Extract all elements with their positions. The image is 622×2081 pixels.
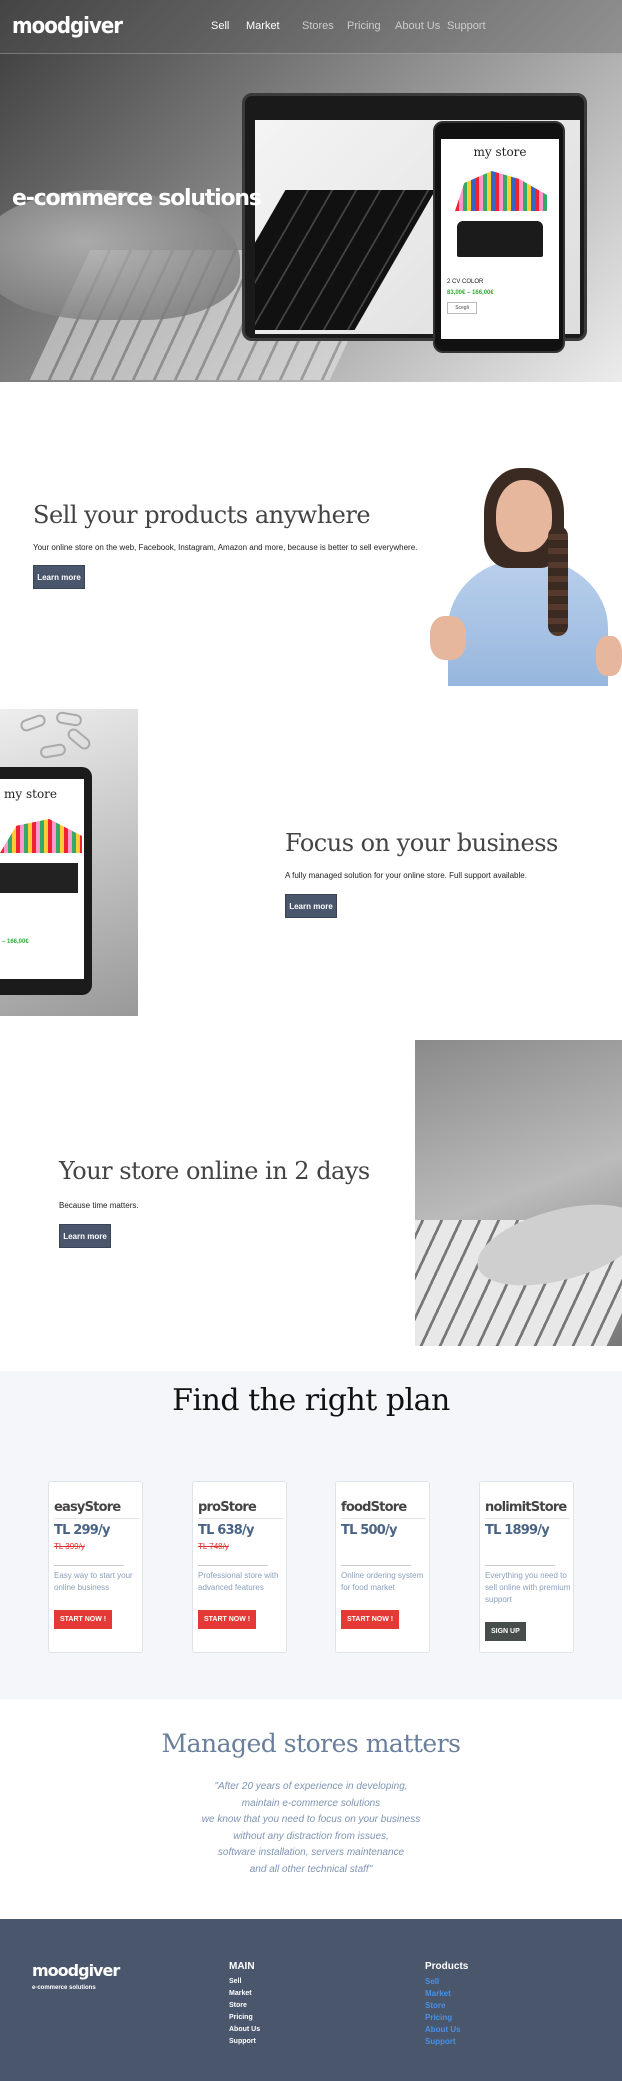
- pricing-plans-section: Find the right plan easyStore TL 299/y T…: [0, 1371, 622, 1699]
- plan-desc: Professional store with advanced feature…: [198, 1571, 279, 1592]
- car-art-image: [455, 171, 547, 211]
- plan-desc: Everything you need to sell online with …: [485, 1571, 571, 1604]
- section-online-title: Your store online in 2 days: [59, 1157, 370, 1185]
- nav-support[interactable]: Support: [447, 20, 495, 32]
- nav-menu: Sell Market Stores Pricing About Us Supp…: [211, 20, 495, 32]
- plan-name: nolimitStore: [485, 1500, 567, 1515]
- brand-logo[interactable]: moodgiver: [12, 14, 123, 39]
- footer-main-column: MAIN Sell Market Store Pricing About Us …: [229, 1961, 260, 2048]
- hero-title: e-commerce solutions: [12, 186, 262, 211]
- testimonial-quote: "After 20 years of experience in develop…: [0, 1779, 622, 1878]
- start-now-button[interactable]: START NOW !: [341, 1610, 400, 1629]
- plan-card-foodstore: foodStore TL 500/y Online ordering syste…: [335, 1481, 430, 1653]
- quote-line: maintain e-commerce solutions: [241, 1797, 381, 1809]
- managed-stores-section: Managed stores matters "After 20 years o…: [0, 1699, 622, 1919]
- sofa-image: [457, 221, 543, 257]
- plan-price: TL 1899/y: [485, 1523, 550, 1538]
- footer-product-link-pricing[interactable]: Pricing: [425, 2012, 468, 2024]
- phone-mockup: my store 2 CV COLOR 83,00€ – 166,00€ Sce…: [433, 121, 565, 353]
- start-now-button[interactable]: START NOW !: [198, 1610, 257, 1629]
- sign-up-button[interactable]: SIGN UP: [485, 1622, 526, 1641]
- focus-learn-more-button[interactable]: Learn more: [285, 894, 337, 918]
- online-learn-more-button[interactable]: Learn more: [59, 1224, 111, 1248]
- footer-main-title: MAIN: [229, 1961, 255, 1972]
- quote-line: "After 20 years of experience in develop…: [214, 1781, 408, 1792]
- plan-old-price: TL 399/y: [54, 1542, 85, 1551]
- woman-thumbs-up-image: [428, 466, 622, 686]
- product-price: 83,00€ – 166,00€: [447, 290, 494, 296]
- phone-store-title: my store: [473, 145, 527, 159]
- footer-link-support[interactable]: Support: [229, 2036, 260, 2048]
- quote-line: without any distraction from issues,: [233, 1830, 389, 1842]
- nav-about-us[interactable]: About Us: [395, 20, 447, 32]
- plan-price: TL 299/y: [54, 1523, 110, 1538]
- choose-button: Scegli: [447, 302, 477, 314]
- footer-tagline: e-commerce solutions: [32, 1985, 96, 1991]
- footer-link-market[interactable]: Market: [229, 1988, 260, 2000]
- nav-sell[interactable]: Sell: [211, 20, 246, 32]
- plan-desc: Online ordering system for food market: [341, 1571, 424, 1592]
- plan-name: foodStore: [341, 1500, 407, 1515]
- plan-card-easystore: easyStore TL 299/y TL 399/y Easy way to …: [48, 1481, 143, 1653]
- managed-title: Managed stores matters: [161, 1729, 462, 1758]
- start-now-button[interactable]: START NOW !: [54, 1610, 113, 1629]
- plan-old-price: TL 748/y: [198, 1542, 229, 1551]
- footer: moodgiver e-commerce solutions MAIN Sell…: [0, 1919, 622, 2081]
- section-sell-title: Sell your products anywhere: [33, 501, 371, 529]
- footer-brand[interactable]: moodgiver: [32, 1961, 120, 1980]
- product-name: 2 CV COLOR: [447, 279, 484, 285]
- footer-product-link-sell[interactable]: Sell: [425, 1976, 468, 1988]
- quote-line: software installation, servers maintenan…: [217, 1847, 405, 1858]
- quote-line: and all other technical staff": [249, 1863, 373, 1875]
- section-online-desc: Because time matters.: [59, 1201, 139, 1210]
- navbar: moodgiver Sell Market Stores Pricing Abo…: [0, 0, 622, 54]
- typing-keyboard-image: [415, 1040, 622, 1346]
- footer-products-column: Products Sell Market Store Pricing About…: [425, 1961, 468, 2048]
- footer-product-link-support[interactable]: Support: [425, 2036, 468, 2048]
- plan-name: easyStore: [54, 1500, 121, 1515]
- footer-product-link-about-us[interactable]: About Us: [425, 2024, 468, 2036]
- section-focus-desc: A fully managed solution for your online…: [285, 871, 527, 880]
- plan-card-prostore: proStore TL 638/y TL 748/y Professional …: [192, 1481, 287, 1653]
- quote-line: we know that you need to focus on your b…: [201, 1814, 421, 1825]
- footer-link-store[interactable]: Store: [229, 2000, 260, 2012]
- footer-product-link-store[interactable]: Store: [425, 2000, 468, 2012]
- plan-price: TL 500/y: [341, 1523, 397, 1538]
- plans-title: Find the right plan: [172, 1383, 450, 1418]
- section-focus-title: Focus on your business: [285, 829, 558, 857]
- footer-products-title: Products: [425, 1961, 469, 1972]
- nav-market[interactable]: Market: [246, 20, 302, 32]
- plan-desc: Easy way to start your online business: [54, 1571, 133, 1592]
- sell-learn-more-button[interactable]: Learn more: [33, 565, 85, 589]
- section-sell-desc: Your online store on the web, Facebook, …: [33, 543, 418, 552]
- plan-name: proStore: [198, 1500, 257, 1515]
- phone-store-image: my store – 166,00€: [0, 709, 138, 1016]
- footer-link-sell[interactable]: Sell: [229, 1976, 260, 1988]
- footer-link-pricing[interactable]: Pricing: [229, 2012, 260, 2024]
- plan-price: TL 638/y: [198, 1523, 254, 1538]
- footer-link-about-us[interactable]: About Us: [229, 2024, 260, 2036]
- footer-product-link-market[interactable]: Market: [425, 1988, 468, 2000]
- product-price: – 166,00€: [2, 939, 29, 945]
- phone-store-title: my store: [4, 787, 58, 801]
- hero-banner: my store 2 CV COLOR 83,00€ – 166,00€ Sce…: [0, 0, 622, 382]
- nav-stores[interactable]: Stores: [302, 20, 347, 32]
- nav-pricing[interactable]: Pricing: [347, 20, 395, 32]
- plan-card-nolimitstore: nolimitStore TL 1899/y Everything you ne…: [479, 1481, 574, 1653]
